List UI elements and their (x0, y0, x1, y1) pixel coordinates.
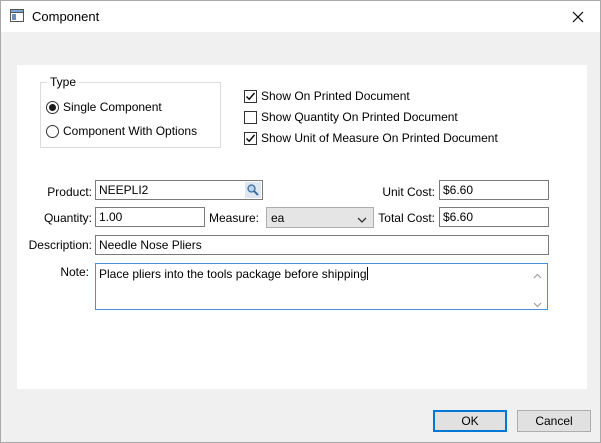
checkbox-label: Show On Printed Document (261, 89, 410, 103)
description-label: Description: (28, 238, 92, 252)
radio-button[interactable] (46, 100, 59, 114)
measure-select[interactable]: ea (266, 207, 374, 228)
radio-label: Single Component (63, 100, 162, 114)
quantity-field[interactable]: 1.00 (95, 207, 205, 227)
content-panel: Type Single Component Component With Opt… (17, 65, 587, 389)
checkbox[interactable] (244, 89, 257, 103)
note-value: Place pliers into the tools package befo… (99, 267, 367, 281)
description-field[interactable]: Needle Nose Pliers (95, 235, 549, 255)
scroll-up-arrow[interactable] (533, 268, 542, 282)
checkbox-label: Show Quantity On Printed Document (261, 110, 458, 124)
quantity-value: 1.00 (99, 210, 123, 224)
radio-single-component[interactable]: Single Component (46, 100, 162, 114)
unit-cost-value: $6.60 (443, 183, 474, 197)
ok-button[interactable]: OK (433, 410, 507, 432)
cancel-button[interactable]: Cancel (517, 410, 591, 432)
scroll-down-arrow[interactable] (533, 297, 542, 309)
quantity-label: Quantity: (43, 211, 92, 225)
product-value: NEEPLI2 (99, 183, 149, 197)
radio-button[interactable] (46, 124, 59, 138)
note-textarea[interactable]: Place pliers into the tools package befo… (95, 263, 548, 310)
window-title: Component (32, 9, 100, 24)
checkmark-icon (246, 92, 256, 100)
component-dialog: Component Type Single Component Componen… (0, 0, 601, 443)
measure-value: ea (271, 211, 285, 225)
chevron-down-icon (533, 302, 542, 308)
product-field[interactable]: NEEPLI2 (95, 180, 263, 200)
text-caret (366, 267, 368, 280)
checkmark-icon (246, 134, 256, 142)
checkbox[interactable] (244, 131, 257, 145)
note-label: Note: (60, 265, 89, 279)
unit-cost-field[interactable]: $6.60 (439, 180, 549, 200)
total-cost-field[interactable]: $6.60 (439, 207, 549, 227)
checkbox-show-on-printed[interactable]: Show On Printed Document (244, 89, 410, 103)
checkbox-label: Show Unit of Measure On Printed Document (261, 131, 498, 145)
title-bar[interactable]: Component (1, 1, 600, 32)
radio-label: Component With Options (63, 124, 198, 138)
unit-cost-label: Unit Cost: (382, 185, 435, 199)
chevron-down-icon (357, 213, 367, 227)
close-button[interactable] (556, 1, 600, 32)
description-value: Needle Nose Pliers (99, 238, 202, 252)
measure-label: Measure: (208, 211, 259, 225)
close-icon (572, 11, 584, 22)
total-cost-value: $6.60 (443, 210, 474, 224)
radio-component-with-options[interactable]: Component With Options (46, 124, 197, 138)
product-lookup-button[interactable] (245, 182, 261, 198)
cancel-button-label: Cancel (535, 414, 573, 428)
ok-button-label: OK (461, 414, 479, 428)
type-groupbox: Type Single Component Component With Opt… (40, 75, 221, 148)
checkbox-show-unit-of-measure[interactable]: Show Unit of Measure On Printed Document (244, 131, 498, 145)
checkbox[interactable] (244, 110, 257, 124)
chevron-up-icon (533, 273, 542, 279)
total-cost-label: Total Cost: (378, 211, 435, 225)
type-legend: Type (47, 75, 80, 89)
product-label: Product: (47, 185, 92, 199)
magnifier-icon (245, 182, 261, 198)
window-icon (10, 9, 24, 22)
checkbox-show-quantity[interactable]: Show Quantity On Printed Document (244, 110, 458, 124)
